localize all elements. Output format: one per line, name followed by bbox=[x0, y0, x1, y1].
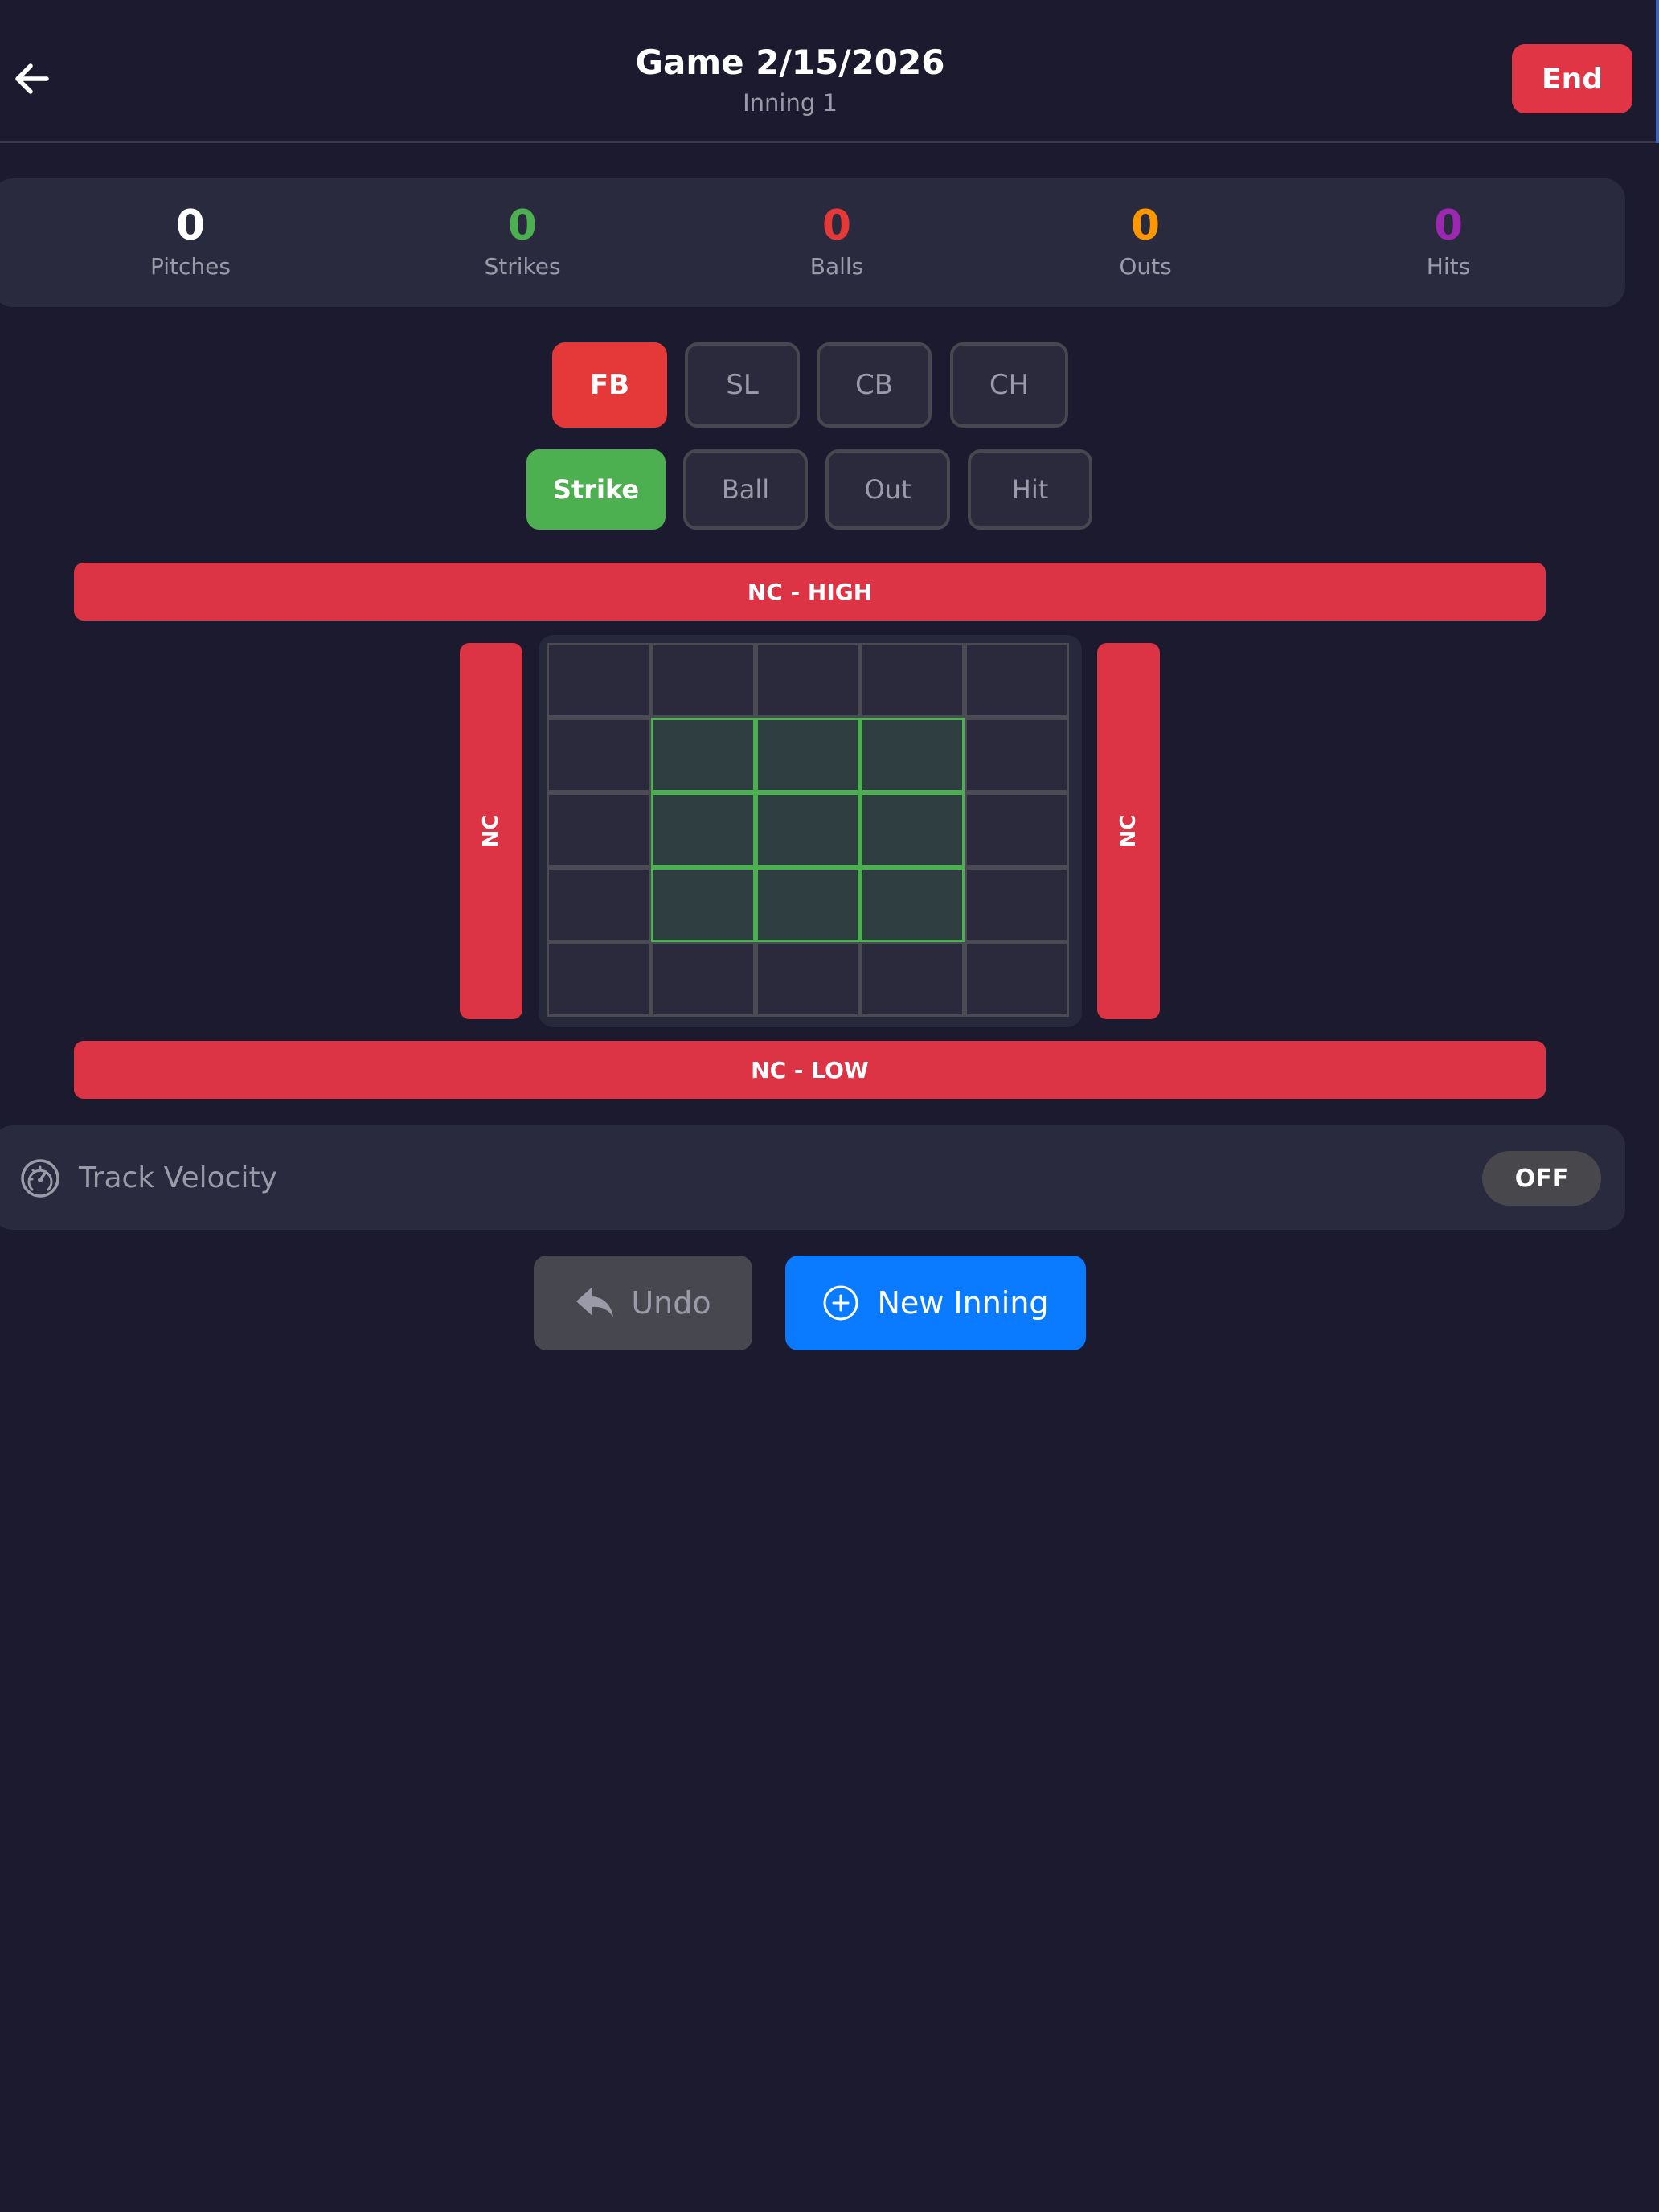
zone-cell[interactable] bbox=[547, 793, 651, 867]
stat-label: Balls bbox=[809, 253, 864, 280]
stat-hits: 0 Hits bbox=[1328, 201, 1569, 281]
nc-left-zone[interactable]: NC bbox=[460, 643, 522, 1019]
stat-value: 0 bbox=[507, 202, 538, 250]
strike-zone-cell[interactable] bbox=[651, 793, 756, 867]
pitch-type-ch[interactable]: CH bbox=[950, 342, 1068, 428]
speedometer-icon bbox=[21, 1159, 59, 1198]
track-velocity-label: Track Velocity bbox=[79, 1161, 277, 1194]
pitch-type-sl[interactable]: SL bbox=[685, 342, 800, 428]
strike-zone-cell[interactable] bbox=[860, 718, 965, 793]
stat-value: 0 bbox=[821, 202, 852, 250]
zone-cell[interactable] bbox=[965, 942, 1069, 1017]
inning-subtitle: Inning 1 bbox=[743, 89, 838, 117]
strike-zone-grid bbox=[539, 635, 1082, 1027]
result-hit-button[interactable]: Hit bbox=[968, 449, 1092, 530]
nc-right-zone[interactable]: NC bbox=[1097, 643, 1160, 1019]
stat-label: Hits bbox=[1426, 253, 1471, 280]
result-out-button[interactable]: Out bbox=[825, 449, 950, 530]
zone-cell[interactable] bbox=[965, 867, 1069, 942]
pitch-tracker-screen: Game 2/15/2026 Inning 1 End 0 Pitches 0 … bbox=[0, 0, 1659, 2212]
zone-cell[interactable] bbox=[547, 867, 651, 942]
new-inning-button[interactable]: New Inning bbox=[785, 1256, 1086, 1350]
zone-cell[interactable] bbox=[547, 718, 651, 793]
zone-cell[interactable] bbox=[756, 643, 860, 718]
nc-high-zone[interactable]: NC - HIGH bbox=[74, 563, 1546, 621]
zone-cell[interactable] bbox=[860, 942, 965, 1017]
stat-label: Outs bbox=[1119, 253, 1172, 280]
zone-cell[interactable] bbox=[860, 643, 965, 718]
result-strike-button[interactable]: Strike bbox=[526, 449, 666, 530]
zone-cell[interactable] bbox=[965, 643, 1069, 718]
strike-zone-cell[interactable] bbox=[756, 867, 860, 942]
title-block: Game 2/15/2026 Inning 1 bbox=[0, 42, 1580, 119]
end-game-button[interactable]: End bbox=[1512, 44, 1632, 113]
zone-cell[interactable] bbox=[547, 643, 651, 718]
zone-cell[interactable] bbox=[756, 942, 860, 1017]
track-velocity-toggle[interactable]: OFF bbox=[1482, 1151, 1601, 1206]
header: Game 2/15/2026 Inning 1 End bbox=[0, 0, 1659, 143]
stat-label: Pitches bbox=[150, 253, 231, 280]
strike-zone-cell[interactable] bbox=[860, 867, 965, 942]
stat-value: 0 bbox=[1433, 202, 1464, 250]
nc-low-zone[interactable]: NC - LOW bbox=[74, 1041, 1546, 1099]
result-ball-button[interactable]: Ball bbox=[683, 449, 808, 530]
strike-zone-cell[interactable] bbox=[756, 793, 860, 867]
nc-right-label: NC bbox=[1116, 814, 1141, 848]
strike-zone-cell[interactable] bbox=[651, 867, 756, 942]
nc-left-label: NC bbox=[479, 814, 503, 848]
zone-cell[interactable] bbox=[651, 643, 756, 718]
undo-label: Undo bbox=[631, 1285, 711, 1321]
pitch-type-fb[interactable]: FB bbox=[552, 342, 667, 428]
undo-arrow-icon bbox=[576, 1287, 614, 1317]
strike-zone-cell[interactable] bbox=[651, 718, 756, 793]
page-title: Game 2/15/2026 bbox=[635, 43, 945, 82]
new-inning-label: New Inning bbox=[877, 1285, 1049, 1321]
stat-value: 0 bbox=[1130, 202, 1161, 250]
zone-cell[interactable] bbox=[965, 718, 1069, 793]
stat-strikes: 0 Strikes bbox=[402, 201, 643, 281]
plus-circle-icon bbox=[823, 1285, 858, 1321]
zone-cell[interactable] bbox=[547, 942, 651, 1017]
track-velocity-row: Track Velocity OFF bbox=[0, 1125, 1625, 1230]
strike-zone-cell[interactable] bbox=[860, 793, 965, 867]
window-edge bbox=[1656, 0, 1659, 143]
stat-pitches: 0 Pitches bbox=[70, 201, 311, 281]
stats-card: 0 Pitches 0 Strikes 0 Balls 0 Outs 0 Hit… bbox=[0, 178, 1625, 307]
stat-label: Strikes bbox=[484, 253, 561, 280]
stat-outs: 0 Outs bbox=[1025, 201, 1266, 281]
undo-button[interactable]: Undo bbox=[534, 1256, 752, 1350]
zone-cell[interactable] bbox=[651, 942, 756, 1017]
stat-value: 0 bbox=[175, 202, 206, 250]
pitch-type-cb[interactable]: CB bbox=[817, 342, 932, 428]
zone-cell[interactable] bbox=[965, 793, 1069, 867]
stat-balls: 0 Balls bbox=[716, 201, 957, 281]
strike-zone-cell[interactable] bbox=[756, 718, 860, 793]
